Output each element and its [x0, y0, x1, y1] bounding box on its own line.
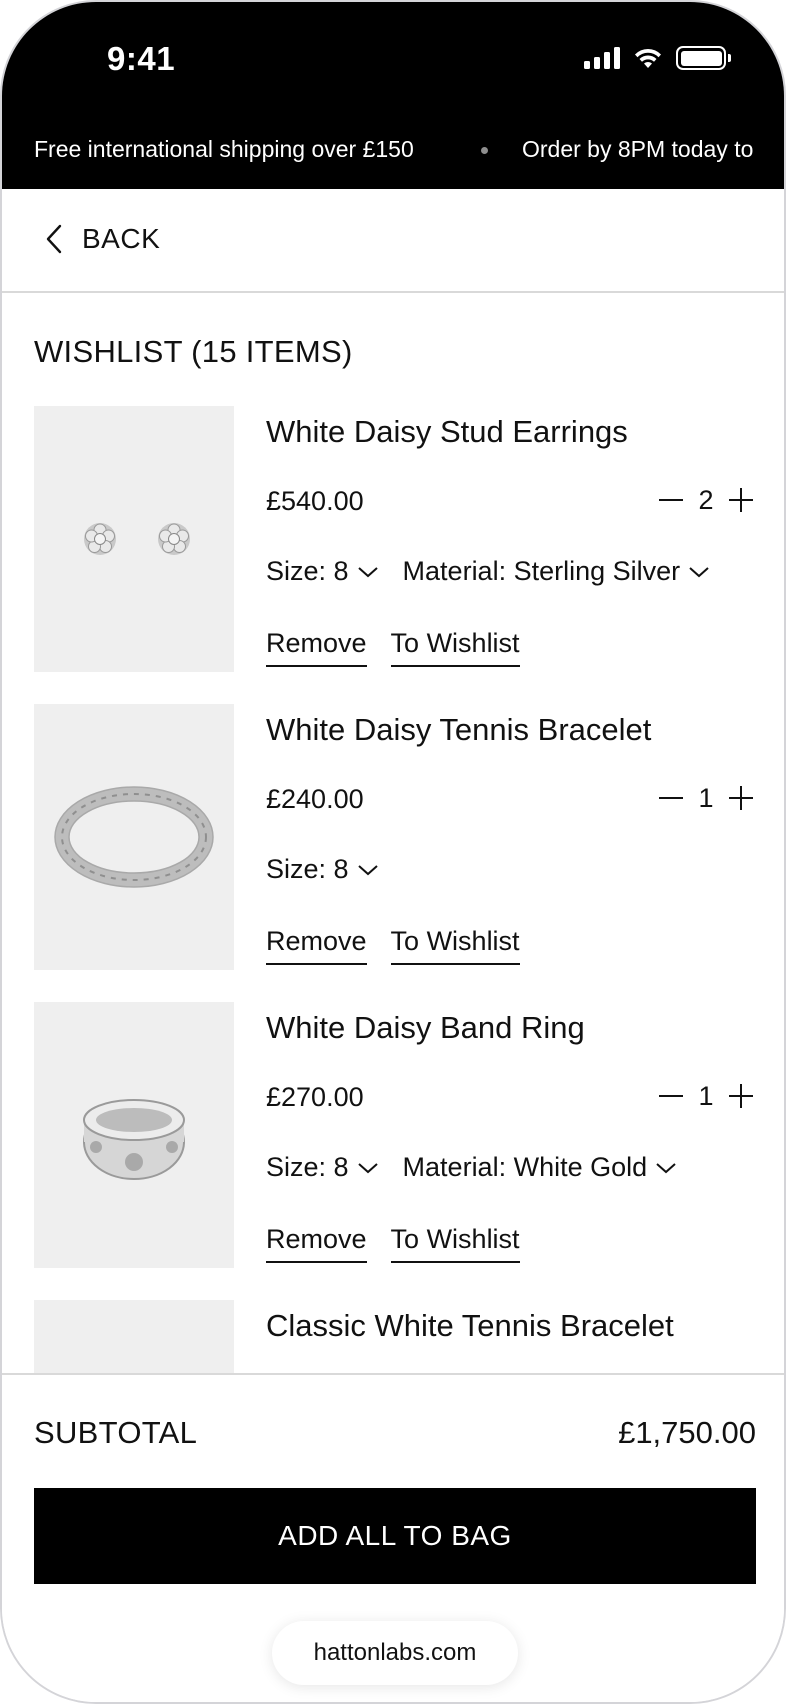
to-wishlist-link[interactable]: To Wishlist — [390, 1224, 520, 1263]
increase-quantity-button[interactable] — [726, 1080, 756, 1112]
product-name[interactable]: White Daisy Band Ring — [266, 1010, 585, 1046]
decrease-quantity-button[interactable] — [656, 484, 686, 516]
back-button[interactable]: BACK — [44, 223, 160, 255]
ring-image — [83, 1099, 185, 1180]
product-image[interactable] — [34, 1002, 234, 1268]
earrings-image — [84, 523, 190, 555]
item-details: White Daisy Stud Earrings £540.00 2 Size… — [266, 406, 756, 672]
size-select[interactable]: Size: 8 — [266, 556, 379, 587]
product-options: Size: 8 Material: Sterling Silver — [266, 556, 710, 587]
product-name[interactable]: Classic White Tennis Bracelet — [266, 1308, 674, 1344]
minus-icon — [659, 797, 683, 799]
remove-link[interactable]: Remove — [266, 628, 367, 667]
size-select-label: Size: 8 — [266, 1152, 349, 1182]
material-select[interactable]: Material: Sterling Silver — [403, 556, 711, 587]
page-title: WISHLIST (15 ITEMS) — [34, 334, 353, 369]
wifi-icon — [635, 48, 661, 68]
size-select-label: Size: 8 — [266, 854, 349, 884]
product-name[interactable]: White Daisy Tennis Bracelet — [266, 712, 651, 748]
decrease-quantity-button[interactable] — [656, 1080, 686, 1112]
size-select-label: Size: 8 — [266, 556, 349, 586]
chevron-down-icon — [689, 566, 709, 577]
phone-frame: 9:41 Free international shipping over £1… — [0, 0, 786, 1704]
item-details: White Daisy Tennis Bracelet £240.00 1 Si… — [266, 704, 756, 970]
product-price: £240.00 — [266, 784, 364, 814]
item-details: White Daisy Band Ring £270.00 1 Size: 8 … — [266, 1002, 756, 1268]
product-image[interactable] — [34, 406, 234, 672]
increase-quantity-button[interactable] — [726, 484, 756, 516]
status-time: 9:41 — [107, 40, 176, 77]
remove-link[interactable]: Remove — [266, 926, 367, 965]
minus-icon — [659, 499, 683, 501]
list-item: White Daisy Band Ring £270.00 1 Size: 8 … — [34, 1002, 756, 1268]
browser-url-pill[interactable]: hattonlabs.com — [272, 1621, 518, 1685]
chevron-down-icon — [357, 864, 378, 875]
chevron-left-icon — [46, 224, 62, 254]
to-wishlist-link[interactable]: To Wishlist — [390, 926, 520, 965]
product-price: £540.00 — [266, 486, 364, 516]
back-label: BACK — [82, 223, 161, 254]
remove-link[interactable]: Remove — [266, 1224, 367, 1263]
increase-quantity-button[interactable] — [726, 782, 756, 814]
list-item: White Daisy Stud Earrings £540.00 2 Size… — [34, 406, 756, 672]
checkout-summary: SUBTOTAL £1,750.00 ADD ALL TO BAG hatton… — [2, 1373, 784, 1702]
quantity-stepper: 2 — [656, 484, 756, 516]
item-actions: Remove To Wishlist — [266, 1224, 520, 1263]
bracelet-image — [54, 786, 214, 888]
product-image[interactable] — [34, 704, 234, 970]
battery-icon — [676, 46, 731, 70]
status-icons — [584, 46, 731, 70]
subtotal-label: SUBTOTAL — [34, 1415, 198, 1450]
navigation-bar: BACK — [2, 189, 784, 293]
product-price: £270.00 — [266, 1082, 364, 1112]
add-all-to-bag-button[interactable]: ADD ALL TO BAG — [34, 1488, 756, 1584]
item-actions: Remove To Wishlist — [266, 926, 520, 965]
product-options: Size: 8 — [266, 854, 379, 885]
list-item: White Daisy Tennis Bracelet £240.00 1 Si… — [34, 704, 756, 970]
decrease-quantity-button[interactable] — [656, 782, 686, 814]
announcement-ticker: Free international shipping over £150 Or… — [2, 130, 784, 170]
product-options: Size: 8 Material: White Gold — [266, 1152, 677, 1183]
chevron-down-icon — [357, 1162, 378, 1173]
quantity-value: 1 — [698, 1080, 714, 1111]
ticker-separator — [481, 147, 488, 154]
quantity-stepper: 1 — [656, 782, 756, 814]
quantity-value: 1 — [698, 782, 714, 813]
quantity-value: 2 — [698, 484, 714, 515]
ticker-message: Free international shipping over £150 — [34, 136, 414, 162]
cellular-signal-icon — [584, 47, 620, 69]
quantity-stepper: 1 — [656, 1080, 756, 1112]
material-select-label: Material: White Gold — [402, 1152, 648, 1182]
material-select[interactable]: Material: White Gold — [403, 1152, 678, 1183]
product-name[interactable]: White Daisy Stud Earrings — [266, 414, 628, 450]
minus-icon — [659, 1095, 683, 1097]
to-wishlist-link[interactable]: To Wishlist — [390, 628, 520, 667]
size-select[interactable]: Size: 8 — [266, 854, 379, 885]
size-select[interactable]: Size: 8 — [266, 1152, 379, 1183]
item-actions: Remove To Wishlist — [266, 628, 520, 667]
top-bar: 9:41 Free international shipping over £1… — [2, 2, 784, 189]
material-select-label: Material: Sterling Silver — [402, 556, 681, 586]
chevron-down-icon — [656, 1162, 676, 1173]
ticker-message: Order by 8PM today to — [522, 136, 754, 162]
chevron-down-icon — [357, 566, 378, 577]
subtotal-value: £1,750.00 — [618, 1415, 756, 1450]
